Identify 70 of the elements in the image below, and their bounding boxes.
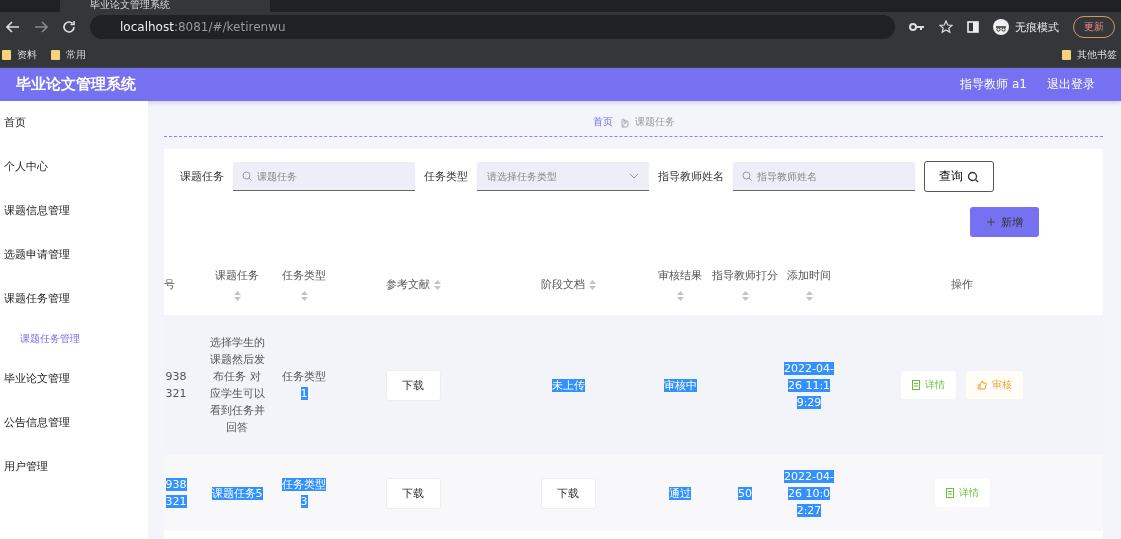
search-field[interactable]: 课题任务 <box>233 162 415 191</box>
table-cell-text: 任务类型 1 <box>281 369 327 402</box>
browser-tab[interactable]: 毕业论文管理系统 <box>60 0 270 12</box>
document-icon <box>945 488 954 498</box>
search-icon <box>742 171 752 181</box>
reload-icon[interactable] <box>62 20 76 34</box>
bookmark-folder[interactable]: 其他书签 <box>1062 47 1117 62</box>
download-button[interactable]: 下载 <box>385 477 441 509</box>
column-header: 操作 <box>951 278 973 292</box>
sort-icon[interactable] <box>233 291 241 301</box>
table-cell-text: 课题任务5 <box>210 485 264 502</box>
column-header: 阶段文档 <box>540 278 585 292</box>
thumbs-up-icon <box>977 380 987 390</box>
column-header: 课题任务 <box>215 269 259 283</box>
key-icon[interactable] <box>909 22 925 32</box>
breadcrumb-link[interactable]: 首页 <box>592 115 613 129</box>
bookmark-folder[interactable]: 资料 <box>2 47 37 62</box>
back-icon[interactable] <box>6 20 20 34</box>
download-button[interactable]: 下载 <box>385 369 441 401</box>
query-button[interactable]: 查询 <box>924 161 994 192</box>
breadcrumb-current: 课题任务 <box>634 115 675 129</box>
table-cell-text: 938321 <box>164 477 188 510</box>
sidebar-item[interactable]: 选题申请管理 <box>0 245 148 289</box>
bookmark-folder[interactable]: 常用 <box>51 47 86 62</box>
column-header: 审核结果 <box>658 269 702 283</box>
sort-icon[interactable] <box>676 291 684 301</box>
sidebar-item[interactable]: 首页 <box>0 113 148 157</box>
chevron-down-icon[interactable] <box>629 173 639 179</box>
side-panel-icon[interactable] <box>967 21 979 33</box>
sidebar-item[interactable]: 毕业论文管理 <box>0 369 148 413</box>
field-label: 任务类型 <box>424 169 468 184</box>
field-label: 课题任务 <box>180 169 224 184</box>
table-cell-text: 2022-04-26 10:02:27 <box>784 468 834 519</box>
sidebar-item[interactable]: 课题信息管理 <box>0 201 148 245</box>
column-header: 号 <box>164 278 175 292</box>
table-cell-text: 50 <box>738 485 752 502</box>
table-cell-text: 938321 <box>164 369 188 402</box>
download-button[interactable]: 下载 <box>540 477 596 509</box>
table-cell-text: 任务类型3 <box>281 477 327 510</box>
sidebar-item[interactable]: 个人中心 <box>0 157 148 201</box>
sort-icon[interactable] <box>588 280 596 290</box>
sidebar-item[interactable]: 公告信息管理 <box>0 413 148 457</box>
column-header: 指导教师打分 <box>712 269 778 283</box>
table-cell-text: 审核中 <box>663 377 697 394</box>
column-header: 参考文献 <box>385 278 430 292</box>
forward-icon[interactable] <box>34 20 48 34</box>
table-cell-text: 选择学生的课题然后发布任务 对应学生可以看到任务并回答 <box>208 335 266 436</box>
address-bar[interactable]: localhost:8081/#/ketirenwu <box>90 15 895 39</box>
logout-link[interactable]: 退出登录 <box>1047 76 1095 93</box>
document-icon <box>912 380 920 390</box>
select-field[interactable]: 请选择任务类型 <box>477 162 649 191</box>
sort-icon[interactable] <box>805 291 813 301</box>
app-title: 毕业论文管理系统 <box>16 75 137 94</box>
field-label: 指导教师姓名 <box>658 169 724 184</box>
sort-icon[interactable] <box>300 291 308 301</box>
sort-icon[interactable] <box>741 291 749 301</box>
incognito-badge[interactable]: 无痕模式 <box>993 19 1059 35</box>
column-header: 任务类型 <box>282 269 326 283</box>
user-name: 指导教师 a1 <box>960 76 1027 93</box>
search-icon <box>242 171 252 181</box>
column-header: 添加时间 <box>787 269 831 283</box>
table-cell-text: 未上传 <box>551 377 585 394</box>
sort-icon[interactable] <box>433 280 441 290</box>
sidebar-item[interactable]: 用户管理 <box>0 457 148 501</box>
table-cell-text: 通过 <box>669 485 691 502</box>
plus-icon <box>986 218 995 226</box>
search-field[interactable]: 指导教师姓名 <box>733 162 915 191</box>
table-cell-text: 2022-04-26 11:19:29 <box>784 360 834 411</box>
search-icon <box>967 170 979 183</box>
star-icon[interactable] <box>939 20 953 34</box>
